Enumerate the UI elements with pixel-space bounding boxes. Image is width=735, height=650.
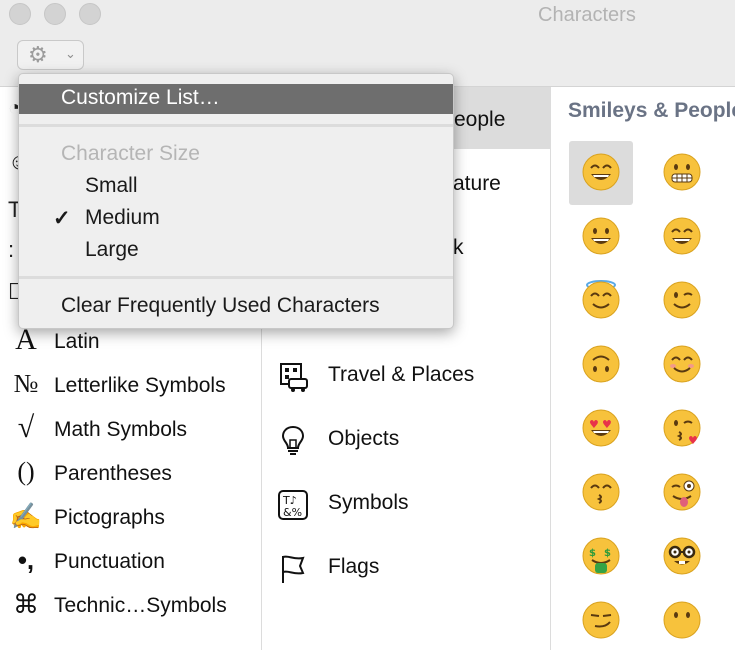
punctuation-icon: •, (17, 545, 35, 575)
svg-text:♥: ♥ (589, 418, 599, 431)
writing-hand-icon: ✍ (9, 501, 43, 531)
menu-item-size-small[interactable]: Small (19, 172, 453, 202)
close-window-button[interactable] (9, 3, 31, 25)
minimize-window-button[interactable] (44, 3, 66, 25)
sidebar-item-label: Parentheses (54, 462, 172, 485)
sidebar-item-latin[interactable]: A Latin (0, 323, 261, 363)
flag-icon (282, 555, 305, 583)
parentheses-icon: () (17, 457, 35, 486)
menu-item-label: Large (85, 238, 139, 261)
category-label: Symbols (328, 491, 409, 514)
sidebar-item-technical-symbols[interactable]: ⌘ Technic…Symbols (0, 587, 261, 627)
svg-text:&%: &% (283, 506, 302, 519)
svg-text:$: $ (589, 548, 596, 559)
menu-item-size-large[interactable]: Large (19, 236, 453, 266)
chevron-down-icon: ⌄ (65, 46, 76, 61)
lightbulb-icon (281, 425, 305, 455)
winking-face-emoji[interactable] (662, 280, 702, 320)
smiling-face-open-mouth-emoji[interactable] (581, 216, 621, 256)
sidebar-item-parentheses[interactable]: () Parentheses (0, 455, 261, 495)
category-item-food-drink[interactable]: k (453, 236, 464, 260)
smiling-face-halo-emoji[interactable] (581, 280, 621, 320)
category-item-objects[interactable]: Objects (262, 416, 550, 466)
menu-item-label: Medium (85, 206, 160, 229)
kissing-face-heart-emoji[interactable]: ♥ (662, 408, 702, 448)
sidebar-item-label: Letterlike Symbols (54, 374, 226, 397)
category-item-flags[interactable]: Flags (262, 544, 550, 594)
building-car-icon (280, 363, 308, 392)
sidebar-item-letterlike-symbols[interactable]: № Letterlike Symbols (0, 367, 261, 407)
arrows-icon[interactable]: : (8, 237, 14, 263)
sidebar-item-label: Technic…Symbols (54, 594, 227, 617)
sidebar-item-label: Pictographs (54, 506, 165, 529)
zoom-window-button[interactable] (79, 3, 101, 25)
category-item-symbols[interactable]: T♪ &% Symbols (262, 480, 550, 530)
winking-tongue-face-emoji[interactable] (662, 472, 702, 512)
heart-eyes-face-emoji[interactable]: ♥ ♥ (581, 408, 621, 448)
menu-separator (19, 124, 453, 127)
menu-item-clear-frequently-used[interactable]: Clear Frequently Used Characters (19, 292, 453, 322)
sidebar-item-label: Punctuation (54, 550, 165, 573)
grinning-face-emoji[interactable] (581, 152, 621, 192)
money-mouth-face-emoji[interactable]: $ $ (581, 536, 621, 576)
checkmark-icon: ✓ (53, 207, 71, 230)
sidebar-item-pictographs[interactable]: ✍ Pictographs (0, 499, 261, 539)
category-label: eople (454, 108, 506, 131)
menu-header-character-size: Character Size (19, 140, 453, 170)
svg-text:♥: ♥ (602, 418, 612, 431)
smirking-face-emoji[interactable] (581, 600, 621, 640)
menu-item-label: Clear Frequently Used Characters (61, 294, 380, 317)
smiling-face-smiling-eyes-emoji[interactable] (662, 216, 702, 256)
sidebar-item-punctuation[interactable]: •, Punctuation (0, 543, 261, 583)
menu-item-size-medium[interactable]: ✓ Medium (19, 204, 453, 234)
sidebar-item-label: Math Symbols (54, 418, 188, 441)
category-item-travel-places[interactable]: Travel & Places (262, 352, 550, 402)
numero-icon: № (13, 369, 39, 398)
category-label: Flags (328, 555, 380, 578)
kissing-closed-eyes-face-emoji[interactable] (581, 472, 621, 512)
square-root-icon: √ (17, 411, 35, 444)
window-title: Characters (538, 4, 636, 26)
grimacing-face-emoji[interactable] (662, 152, 702, 192)
symbols-icon: T♪ &% (278, 490, 308, 520)
category-item-animals-nature[interactable]: ature (453, 172, 501, 196)
smiling-face-blush-emoji[interactable] (662, 344, 702, 384)
svg-text:♥: ♥ (688, 434, 698, 447)
section-title: Smileys & People (568, 99, 735, 122)
action-menu: Customize List… Character Size Small ✓ M… (18, 73, 454, 329)
face-no-mouth-emoji[interactable] (662, 600, 702, 640)
nerd-face-emoji[interactable] (662, 536, 702, 576)
command-key-icon: ⌘ (13, 589, 39, 619)
menu-item-customize-list[interactable]: Customize List… (19, 84, 453, 114)
upside-down-face-emoji[interactable] (581, 344, 621, 384)
menu-item-label: Customize List… (61, 86, 220, 109)
gear-icon: ⚙ (28, 42, 48, 67)
action-menu-button[interactable]: ⚙ ⌄ (17, 40, 84, 70)
category-label: Objects (328, 427, 400, 450)
menu-item-label: Character Size (61, 142, 200, 165)
category-label: Travel & Places (328, 363, 475, 386)
sidebar-item-math-symbols[interactable]: √ Math Symbols (0, 411, 261, 451)
svg-text:$: $ (604, 548, 611, 559)
sidebar-item-label: Latin (54, 330, 100, 353)
menu-separator (19, 276, 453, 279)
menu-item-label: Small (85, 174, 138, 197)
